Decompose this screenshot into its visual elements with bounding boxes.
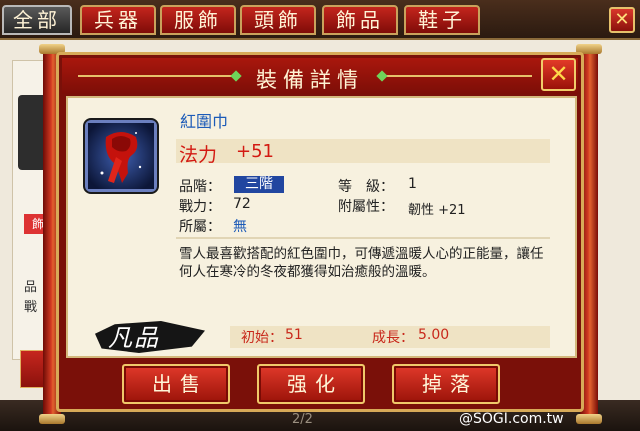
roller-cap-bottom-right — [576, 414, 602, 424]
primary-stat-band — [176, 139, 550, 163]
level-label: 等 級： — [338, 179, 394, 195]
growth-label: 成長： — [372, 330, 414, 346]
section-divider — [176, 237, 550, 239]
level-value: 1 — [408, 176, 417, 192]
tab-shoes[interactable]: 鞋子 — [404, 5, 480, 35]
primary-stat-label: 法力 — [179, 144, 218, 166]
header-ornament-left — [78, 75, 238, 77]
sell-button[interactable]: 出售 — [122, 364, 230, 404]
tab-weapons[interactable]: 兵器 — [80, 5, 156, 35]
attached-attribute-label: 附屬性： — [338, 199, 394, 215]
power-label: 戰力： — [179, 199, 221, 215]
dialog-close-button[interactable]: ✕ — [541, 58, 576, 91]
rarity-label: 凡品 — [108, 324, 160, 352]
tab-all[interactable]: 全部 — [2, 5, 72, 35]
item-description: 雪人最喜歡搭配的紅色圍巾，可傳遞溫暖人心的正能量，讓任何人在寒冷的冬夜都獲得如治… — [179, 246, 544, 280]
close-icon: ✕ — [614, 9, 630, 30]
item-name: 紅圍巾 — [180, 112, 229, 131]
tab-accessories[interactable]: 飾品 — [322, 5, 398, 35]
roller-cap-bottom-left — [39, 414, 65, 424]
header-ornament-right — [382, 75, 532, 77]
initial-value: 51 — [285, 327, 303, 343]
primary-stat-value: +51 — [236, 141, 274, 162]
grade-label: 品階： — [179, 179, 221, 195]
dialog-title: 裝備詳情 — [256, 68, 364, 92]
grade-badge: 三階 — [234, 176, 284, 193]
faction-label: 所屬： — [179, 219, 221, 235]
page-indicator: 2/2 — [292, 412, 313, 427]
watermark: @SOGI.com.tw — [459, 411, 564, 427]
attached-attribute-value: 韌性 +21 — [408, 203, 466, 218]
close-icon: ✕ — [548, 60, 569, 88]
power-value: 72 — [233, 196, 251, 212]
initial-label: 初始： — [241, 330, 283, 346]
side-grade-label: 品 — [24, 280, 38, 295]
tab-headwear[interactable]: 頭飾 — [240, 5, 316, 35]
tab-clothing[interactable]: 服飾 — [160, 5, 236, 35]
faction-value: 無 — [233, 219, 247, 235]
side-power-label: 戰 — [24, 300, 38, 315]
growth-value: 5.00 — [418, 327, 450, 343]
enhance-button[interactable]: 强化 — [257, 364, 365, 404]
item-icon-frame — [85, 120, 157, 192]
red-scarf-icon — [88, 123, 154, 189]
drop-button[interactable]: 掉落 — [392, 364, 500, 404]
inventory-close-button[interactable]: ✕ — [609, 7, 635, 33]
